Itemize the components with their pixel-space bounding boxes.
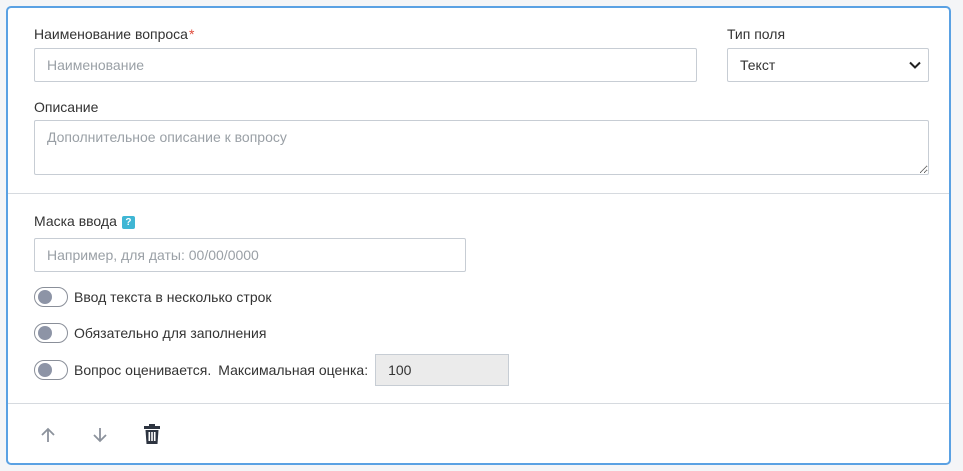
trash-icon	[144, 424, 160, 444]
toggle-knob	[38, 290, 52, 304]
multiline-toggle-label: Ввод текста в несколько строк	[74, 289, 272, 305]
required-mark: *	[188, 26, 195, 42]
toggle-knob	[38, 363, 52, 377]
field-type-value: Текст	[740, 57, 776, 73]
move-down-button[interactable]	[88, 423, 112, 447]
question-name-label: Наименование вопроса*	[34, 25, 194, 43]
multiline-toggle[interactable]	[34, 287, 68, 307]
mask-label-text: Маска ввода	[34, 213, 117, 229]
section-divider	[8, 193, 949, 194]
max-score-label: Максимальная оценка:	[218, 362, 369, 378]
mask-label: Маска ввода?	[34, 212, 135, 230]
toggle-knob	[38, 326, 52, 340]
mask-input[interactable]	[34, 238, 466, 272]
arrow-down-icon	[93, 428, 107, 443]
arrow-up-icon	[41, 427, 55, 442]
toggle-row-multiline: Ввод текста в несколько строк	[34, 286, 272, 308]
field-type-select[interactable]: Текст	[727, 48, 929, 82]
footer-divider	[8, 403, 949, 404]
scored-toggle-label: Вопрос оценивается.	[74, 362, 212, 378]
toggle-row-scored: Вопрос оценивается. Максимальная оценка:…	[34, 354, 510, 386]
description-textarea[interactable]	[34, 120, 929, 175]
question-name-input[interactable]	[34, 48, 697, 82]
move-up-button[interactable]	[36, 423, 60, 447]
scored-toggle[interactable]	[34, 360, 68, 380]
delete-button[interactable]	[140, 422, 164, 446]
required-toggle-label: Обязательно для заполнения	[74, 325, 267, 341]
question-name-label-text: Наименование вопроса	[34, 26, 188, 42]
field-type-label: Тип поля	[727, 26, 786, 42]
help-icon[interactable]: ?	[121, 216, 135, 229]
question-card: Наименование вопроса* Тип поля Текст Опи…	[6, 6, 951, 465]
description-label: Описание	[34, 99, 99, 115]
chevron-down-icon	[909, 61, 921, 69]
required-toggle[interactable]	[34, 323, 68, 343]
max-score-input: 100	[375, 354, 510, 386]
toggle-row-required: Обязательно для заполнения	[34, 322, 266, 344]
